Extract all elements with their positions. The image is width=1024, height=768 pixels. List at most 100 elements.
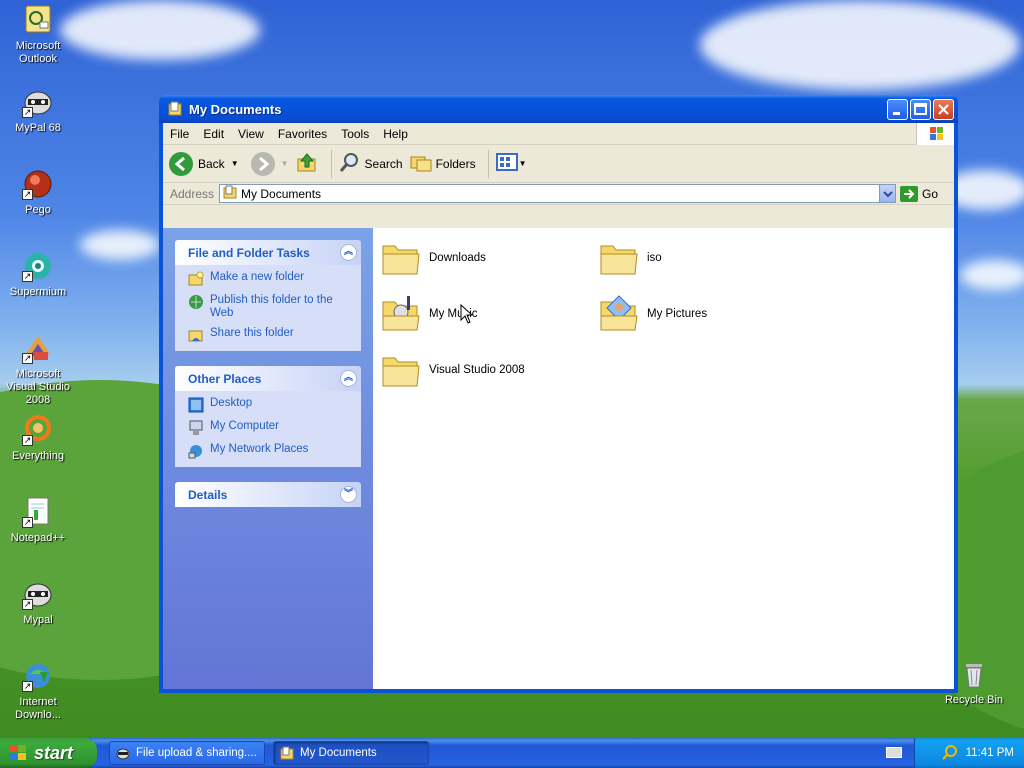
mypal-icon: ↗ [22, 578, 54, 610]
my-documents-icon [280, 746, 294, 760]
details-header[interactable]: Details ︾ [175, 482, 361, 507]
address-input[interactable]: My Documents [219, 184, 896, 203]
content-area: File and Folder Tasks ︽ Make a new folde… [163, 228, 954, 689]
views-dropdown-icon: ▼ [518, 159, 527, 168]
desktop-icon-label: Notepad++ [10, 532, 66, 544]
window-client: File Edit View Favorites Tools Help Back… [163, 123, 954, 689]
desktop-icon-label: Microsoft Outlook [15, 40, 61, 65]
publish-folder-link[interactable]: Publish this folder to the Web [188, 294, 353, 320]
title-bar[interactable]: My Documents [159, 95, 958, 123]
taskbar-button-file-upload[interactable]: File upload & sharing.... [109, 741, 265, 765]
search-button[interactable]: Search [338, 150, 403, 177]
desktop-link[interactable]: Desktop [188, 397, 353, 413]
minimize-button[interactable] [887, 98, 908, 120]
search-icon [338, 150, 362, 177]
desktop-icon-label: Pego [25, 204, 51, 216]
folder-item[interactable]: My Pictures [599, 294, 707, 334]
notepadpp-icon: ↗ [22, 496, 54, 528]
menu-favorites[interactable]: Favorites [271, 127, 334, 141]
file-folder-tasks-header[interactable]: File and Folder Tasks ︽ [175, 240, 361, 265]
taskbar-button-my-documents[interactable]: My Documents [273, 741, 429, 765]
maximize-button[interactable] [910, 98, 931, 120]
pictures-folder-icon [599, 294, 639, 334]
file-folder-tasks-title: File and Folder Tasks [188, 245, 310, 260]
address-value: My Documents [241, 186, 322, 201]
desktop-icon-outlook[interactable]: Microsoft Outlook [0, 4, 76, 66]
desktop-icon-label: Mypal [23, 614, 53, 626]
system-tray: 11:41 PM [914, 738, 1024, 768]
share-folder-link[interactable]: Share this folder [188, 327, 353, 343]
menu-tools[interactable]: Tools [334, 127, 376, 141]
collapse-icon[interactable]: ︽ [340, 244, 357, 261]
other-places-panel: Other Places ︽ Desktop My Computer My Ne… [175, 366, 361, 467]
collapse-icon[interactable]: ︽ [340, 370, 357, 387]
up-folder-icon [295, 150, 319, 177]
explorer-window: My Documents File Edit View Favorites To… [159, 95, 958, 693]
menu-edit[interactable]: Edit [196, 127, 231, 141]
back-arrow-icon [169, 151, 193, 176]
desktop-icon [188, 397, 204, 413]
folder-item[interactable]: iso [599, 238, 662, 278]
folder-item[interactable]: Downloads [381, 238, 486, 278]
desktop-icon-pego[interactable]: ↗ Pego [0, 168, 76, 217]
close-button[interactable] [933, 98, 954, 120]
desktop-icon-notepadpp[interactable]: ↗ Notepad++ [0, 496, 76, 545]
forward-button[interactable]: ▼ [250, 151, 289, 176]
desktop-icon-mypal68[interactable]: ↗ MyPal 68 [0, 86, 76, 135]
toolbar-separator [487, 149, 489, 178]
make-new-folder-link[interactable]: Make a new folder [188, 271, 353, 287]
expand-icon[interactable]: ︾ [340, 486, 357, 503]
desktop-icon-label: Everything [12, 450, 64, 462]
toolbar-separator [330, 149, 332, 178]
outlook-icon [22, 4, 54, 36]
supermium-icon: ↗ [22, 250, 54, 282]
desktop-icon-mypal[interactable]: ↗ Mypal [0, 578, 76, 627]
menu-help[interactable]: Help [376, 127, 415, 141]
desktop-icon-internet-download[interactable]: ↗ Internet Downlo... [0, 660, 76, 722]
windows-logo-icon [916, 123, 954, 145]
back-button[interactable]: Back ▼ [169, 151, 239, 176]
back-label: Back [198, 156, 225, 171]
address-bar: Address My Documents Go [163, 183, 954, 205]
shortcut-arrow-icon: ↗ [22, 681, 33, 692]
my-network-places-label: My Network Places [210, 443, 309, 455]
desktop-icon-visual-studio[interactable]: ↗ Microsoft Visual Studio 2008 [0, 332, 76, 407]
menu-file[interactable]: File [163, 127, 196, 141]
back-dropdown-icon[interactable]: ▼ [231, 159, 239, 168]
search-label: Search [364, 156, 403, 171]
details-title: Details [188, 487, 228, 502]
forward-dropdown-icon: ▼ [280, 159, 289, 168]
go-arrow-icon [899, 185, 918, 202]
up-folder-button[interactable] [295, 150, 319, 177]
folder-label: Visual Studio 2008 [429, 364, 525, 376]
clock[interactable]: 11:41 PM [966, 747, 1014, 759]
other-places-header[interactable]: Other Places ︽ [175, 366, 361, 391]
mypal-icon [116, 746, 130, 760]
keyboard-icon[interactable] [886, 747, 902, 758]
menu-view[interactable]: View [231, 127, 271, 141]
go-button[interactable]: Go [899, 185, 952, 202]
folder-icon [381, 350, 421, 390]
search-tray-icon[interactable] [941, 744, 958, 763]
my-computer-icon [188, 420, 204, 436]
taskbar-button-label: File upload & sharing.... [136, 747, 257, 759]
views-button[interactable]: ▼ [495, 150, 527, 177]
share-folder-label: Share this folder [210, 327, 294, 339]
start-button[interactable]: start [0, 738, 97, 768]
desktop-icon-label: Microsoft Visual Studio 2008 [5, 368, 70, 406]
my-network-places-link[interactable]: My Network Places [188, 443, 353, 459]
folder-label: Downloads [429, 252, 486, 264]
address-dropdown-icon[interactable] [878, 185, 895, 202]
other-places-title: Other Places [188, 371, 262, 386]
desktop-icon-supermium[interactable]: ↗ Supermium [0, 250, 76, 299]
my-computer-link[interactable]: My Computer [188, 420, 353, 436]
folder-item[interactable]: Visual Studio 2008 [381, 350, 525, 390]
desktop-icon-label: Recycle Bin [944, 694, 1004, 706]
folders-button[interactable]: Folders [409, 150, 476, 177]
mypal-icon: ↗ [22, 86, 54, 118]
desktop-icon-everything[interactable]: ↗ Everything [0, 414, 76, 463]
windows-flag-icon [8, 744, 28, 762]
network-places-icon [188, 443, 204, 459]
desktop-icon-label: MyPal 68 [15, 122, 61, 134]
views-icon [495, 150, 519, 177]
